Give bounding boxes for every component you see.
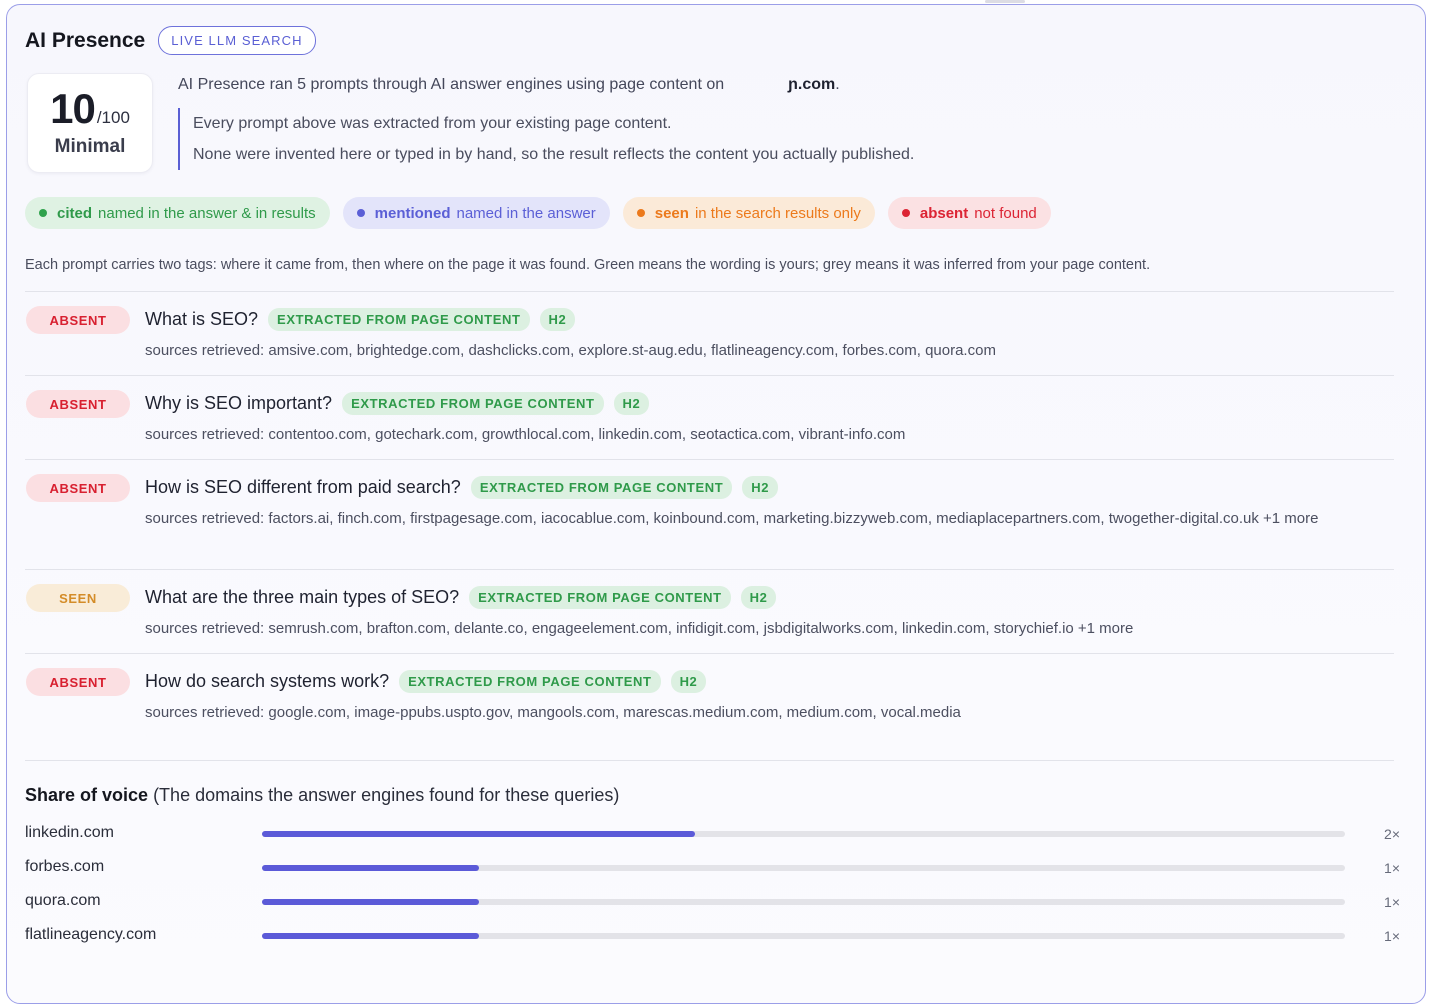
location-tag: H2 [670,670,707,693]
sov-domain: linkedin.com [25,824,114,841]
prompt-question: What is SEO? [145,309,259,329]
prompt-sources: sources retrieved: google.com, image-ppu… [145,704,961,721]
legend-absent-desc: not found [974,204,1037,222]
prompt-row: ABSENT Why is SEO important? EXTRACTED F… [25,375,1394,459]
section-divider [25,760,1394,761]
location-tag: H2 [742,476,779,499]
legend-seen-desc: in the search results only [694,204,861,222]
legend-seen-key: seen [654,204,689,222]
window-handle [985,0,1025,3]
legend-mentioned-key: mentioned [374,204,451,222]
status-badge: ABSENT [26,306,130,334]
status-badge: ABSENT [26,474,130,502]
score-line: 10 /100 [50,88,130,130]
source-tag: EXTRACTED FROM PAGE CONTENT [342,392,604,415]
legend-cited-key: cited [57,204,93,222]
sov-bar-fill [262,933,479,939]
share-of-voice-subtitle: (The domains the answer engines found fo… [153,785,620,805]
location-tag: H2 [539,308,576,331]
sov-row: flatlineagency.com 1× [25,922,1400,956]
tag-explanation: Each prompt carries two tags: where it c… [25,257,1151,273]
legend-mentioned-desc: named in the answer [456,204,596,222]
legend-absent: absent not found [887,197,1051,229]
location-tag: H2 [740,586,777,609]
source-tag: EXTRACTED FROM PAGE CONTENT [268,308,530,331]
prompt-question-line: Why is SEO important? EXTRACTED FROM PAG… [145,392,650,415]
quote-line-2: None were invented here or typed in by h… [193,146,915,163]
sov-bar-fill [262,865,479,871]
legend-cited-desc: named in the answer & in results [98,204,316,222]
prompt-question-line: What are the three main types of SEO? EX… [145,586,777,609]
prompt-row: SEEN What are the three main types of SE… [25,569,1394,653]
location-tag: H2 [613,392,650,415]
status-badge: ABSENT [26,668,130,696]
sov-count: 2× [1384,826,1400,842]
sov-bar-fill [262,899,479,905]
prompt-row: ABSENT How is SEO different from paid se… [25,459,1394,569]
prompt-question: How do search systems work? [145,671,390,691]
sov-domain: flatlineagency.com [25,926,157,943]
sov-count: 1× [1384,928,1400,944]
sov-domain: quora.com [25,892,101,909]
source-tag: EXTRACTED FROM PAGE CONTENT [399,670,661,693]
prompt-sources: sources retrieved: semrush.com, brafton.… [145,620,1134,637]
card-title: AI Presence [25,28,146,52]
sov-row: forbes.com 1× [25,854,1400,888]
cited-dot-icon [39,209,47,217]
prompt-row: ABSENT How do search systems work? EXTRA… [25,653,1394,737]
source-tag: EXTRACTED FROM PAGE CONTENT [469,586,731,609]
sov-bar-track [262,899,1345,905]
prompt-question: How is SEO different from paid search? [145,477,461,497]
prompt-question: What are the three main types of SEO? [145,587,460,607]
prompt-sources: sources retrieved: amsive.com, brightedg… [145,342,996,359]
share-of-voice-heading: Share of voice [25,785,149,805]
summary-domain: ɲ.com [788,76,836,93]
sov-domain: forbes.com [25,858,105,875]
seen-dot-icon [636,209,645,217]
prompt-sources: sources retrieved: contentoo.com, gotech… [145,426,906,443]
sov-count: 1× [1384,860,1400,876]
share-of-voice-list: linkedin.com 2× forbes.com 1× quora.com … [25,820,1400,956]
absent-dot-icon [901,209,910,217]
sov-bar-track [262,933,1345,939]
sov-count: 1× [1384,894,1400,910]
sov-row: linkedin.com 2× [25,820,1400,854]
prompt-sources: sources retrieved: factors.ai, finch.com… [145,510,1319,527]
summary-period: . [835,76,840,93]
sov-bar-track [262,865,1345,871]
score-denominator: /100 [96,108,130,127]
legend-mentioned: mentioned named in the answer [342,197,610,229]
summary-text: AI Presence ran 5 prompts through AI ans… [178,76,840,94]
status-badge: ABSENT [26,390,130,418]
live-llm-search-badge: LIVE LLM SEARCH [158,26,316,55]
source-tag: EXTRACTED FROM PAGE CONTENT [470,476,733,499]
legend-absent-key: absent [919,204,969,222]
score-value: 10 [50,85,96,132]
mentioned-dot-icon [356,209,365,217]
prompt-list: ABSENT What is SEO? EXTRACTED FROM PAGE … [25,291,1394,737]
prompt-question-line: What is SEO? EXTRACTED FROM PAGE CONTENT… [145,308,576,331]
quote-line-1: Every prompt above was extracted from yo… [193,115,672,132]
sov-bar-track [262,831,1345,837]
prompt-question-line: How is SEO different from paid search? E… [145,476,779,499]
legend-seen: seen in the search results only [622,197,875,229]
card-header: AI Presence LIVE LLM SEARCH [25,26,316,55]
share-of-voice-title: Share of voice (The domains the answer e… [25,785,619,806]
status-badge: SEEN [26,584,130,612]
status-legend: cited named in the answer & in results m… [25,197,1051,229]
sov-bar-fill [262,831,696,837]
prompt-row: ABSENT What is SEO? EXTRACTED FROM PAGE … [25,291,1394,375]
summary-sentence: AI Presence ran 5 prompts through AI ans… [178,76,725,93]
prompt-question-line: How do search systems work? EXTRACTED FR… [145,670,707,693]
legend-cited: cited named in the answer & in results [25,197,330,229]
prompt-question: Why is SEO important? [145,393,333,413]
score-label: Minimal [54,136,126,157]
provenance-quote: Every prompt above was extracted from yo… [178,108,914,170]
score-box: 10 /100 Minimal [27,73,153,173]
sov-row: quora.com 1× [25,888,1400,922]
